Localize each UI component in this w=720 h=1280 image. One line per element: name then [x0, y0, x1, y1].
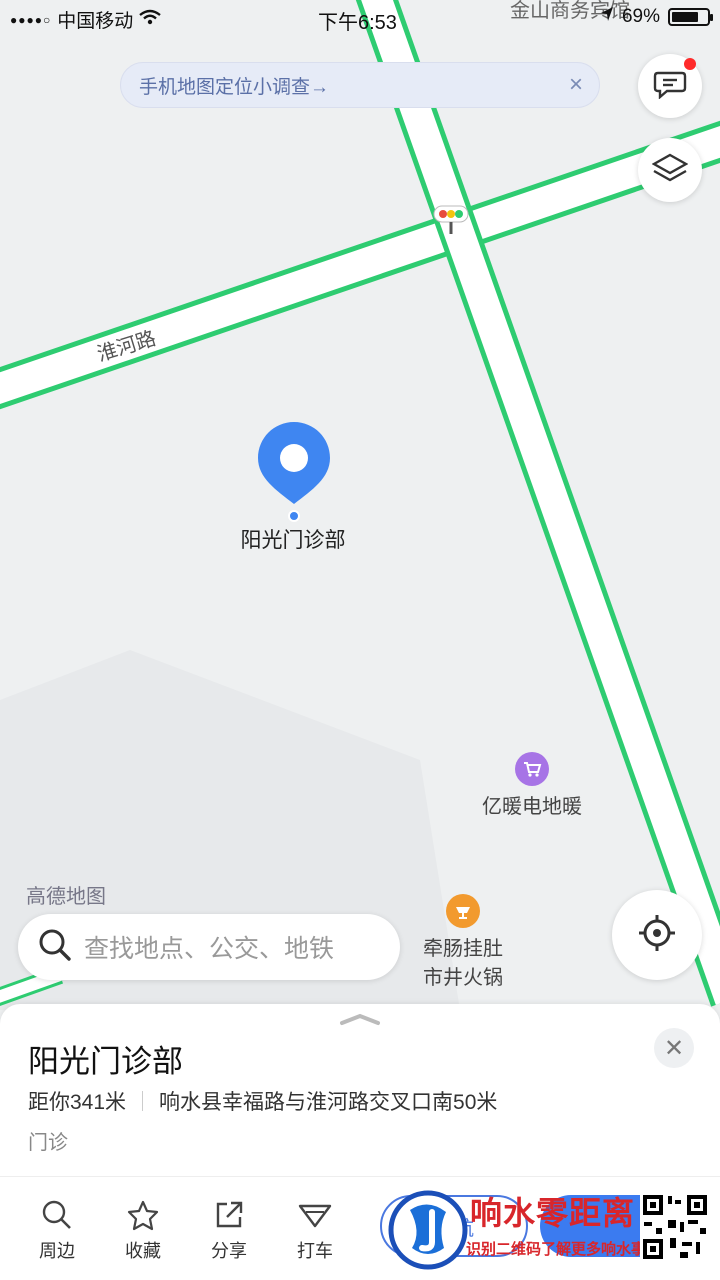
poi-label-line2: 市井火锅	[423, 967, 503, 989]
watermark-overlay: 响水零距离 识别二维码了解更多响水事	[386, 1188, 720, 1276]
watermark-logo-icon	[388, 1190, 468, 1270]
tab-taxi[interactable]: 打车	[280, 1197, 350, 1263]
notification-dot	[684, 58, 696, 70]
tab-share[interactable]: 分享	[194, 1197, 264, 1263]
pin-label: 阳光门诊部	[240, 529, 346, 552]
place-distance: 距你341米	[28, 1091, 127, 1114]
search-placeholder[interactable]: 查找地点、公交、地铁	[84, 929, 334, 965]
place-title: 阳光门诊部	[28, 1044, 183, 1079]
tab-nearby[interactable]: 周边	[22, 1197, 92, 1263]
chat-bubble-icon	[653, 69, 687, 104]
qr-code-icon	[640, 1192, 710, 1262]
sheet-handle-icon[interactable]	[338, 1012, 382, 1031]
status-time: 下午6:53	[318, 12, 397, 34]
poi-hotpot[interactable]: 牵肠挂肚 市井火锅	[418, 894, 508, 990]
battery-percent: 69%	[621, 6, 660, 27]
watermark-subtitle: 识别二维码了解更多响水事	[466, 1241, 647, 1258]
poi-label-line1: 牵肠挂肚	[423, 938, 503, 960]
traffic-light-icon[interactable]	[432, 204, 472, 241]
message-button[interactable]	[638, 54, 702, 118]
search-icon	[22, 1197, 92, 1233]
search-input[interactable]: 查找地点、公交、地铁	[18, 914, 400, 980]
watermark-title: 响水零距离	[470, 1194, 636, 1232]
layers-button[interactable]	[638, 138, 702, 202]
restaurant-icon	[446, 894, 480, 928]
wifi-icon	[139, 9, 162, 31]
layers-icon	[651, 152, 689, 189]
tab-favorite[interactable]: 收藏	[108, 1197, 178, 1263]
status-bar: ●●●●○ 中国移动 下午6:53 69%	[0, 0, 720, 36]
place-address: 响水县幸福路与淮河路交叉口南50米	[159, 1091, 498, 1114]
location-pin-icon[interactable]	[256, 420, 332, 529]
tab-label: 分享	[211, 1241, 247, 1261]
survey-banner-text[interactable]: 手机地图定位小调查→	[139, 72, 329, 99]
survey-banner[interactable]: 手机地图定位小调查→ ×	[120, 62, 600, 108]
close-icon[interactable]: ×	[569, 73, 583, 97]
crosshair-icon	[637, 913, 677, 958]
carrier-name: 中国移动	[57, 11, 134, 32]
poi-yinuan[interactable]: 亿暖电地暖	[482, 752, 582, 819]
divider	[142, 1091, 144, 1111]
search-icon	[38, 928, 72, 967]
battery-icon	[668, 8, 713, 26]
place-meta: 距你341米 响水县幸福路与淮河路交叉口南50米	[28, 1086, 497, 1116]
share-icon	[194, 1197, 264, 1233]
map-brand-logo: 高德地图	[26, 886, 106, 908]
tab-label: 周边	[39, 1241, 75, 1261]
map-view[interactable]: 金山商务宾馆 淮河路 阳光门诊部 亿暖电地暖 牵肠挂肚 市井火锅 高德地图	[0, 0, 720, 1010]
tab-label: 收藏	[125, 1241, 161, 1261]
place-category: 门诊	[28, 1132, 68, 1154]
shop-cart-icon	[515, 752, 549, 786]
location-arrow-icon	[600, 6, 614, 28]
star-icon	[108, 1197, 178, 1233]
road-network	[0, 0, 720, 1010]
taxi-icon	[280, 1197, 350, 1233]
locate-me-button[interactable]	[612, 890, 702, 980]
poi-label: 亿暖电地暖	[482, 796, 582, 818]
tab-label: 打车	[297, 1241, 333, 1261]
signal-strength-icon: ●●●●○	[10, 12, 52, 27]
close-icon[interactable]: ✕	[654, 1028, 694, 1068]
